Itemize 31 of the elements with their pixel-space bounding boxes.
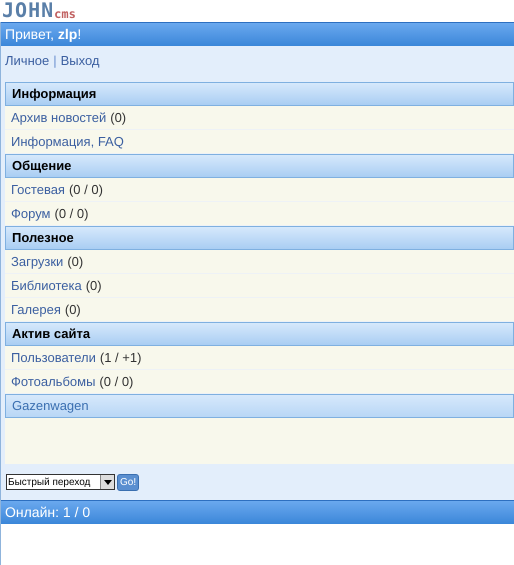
- item-count: (0 / 0): [68, 180, 103, 199]
- menu-link[interactable]: Загрузки: [11, 252, 64, 272]
- menu-link[interactable]: Галерея: [11, 300, 61, 320]
- item-count: (0 / 0): [54, 204, 88, 223]
- user-link[interactable]: Личное: [5, 51, 50, 71]
- section-header: Актив сайта: [5, 322, 514, 346]
- logo: JOHN cms: [2, 0, 76, 20]
- item-count: (0): [67, 252, 84, 271]
- section-header: Общение: [5, 154, 514, 178]
- menu-link[interactable]: Библиотека: [11, 276, 82, 296]
- caret-icon: [104, 480, 112, 484]
- menu-link[interactable]: Гостевая: [11, 180, 65, 200]
- menu-link[interactable]: Архив новостей: [11, 108, 106, 128]
- menu-link[interactable]: Фотоальбомы: [11, 372, 96, 392]
- user-link[interactable]: Выход: [60, 51, 100, 71]
- item-count: (0 / 0): [99, 372, 134, 391]
- go-button[interactable]: Go!: [117, 474, 140, 490]
- separator: |: [53, 52, 57, 70]
- item-count: (1 / +1): [100, 348, 142, 367]
- greeting-bar: Привет, zlp!: [1, 22, 514, 46]
- ad-bar: Gazenwagen: [5, 394, 514, 418]
- quick-nav-select[interactable]: Быстрый переход: [6, 474, 115, 490]
- menu-link[interactable]: Форум: [11, 204, 50, 224]
- item-count: (0): [110, 108, 126, 127]
- item-count: (0): [64, 300, 81, 319]
- menu-link[interactable]: Информация, FAQ: [11, 132, 124, 152]
- menu-link[interactable]: Пользователи: [11, 348, 96, 368]
- item-count: (0): [86, 276, 102, 295]
- section-header: Информация: [5, 82, 514, 106]
- section-header: Полезное: [5, 226, 514, 250]
- footer-bar: Онлайн: 1 / 0: [1, 500, 514, 524]
